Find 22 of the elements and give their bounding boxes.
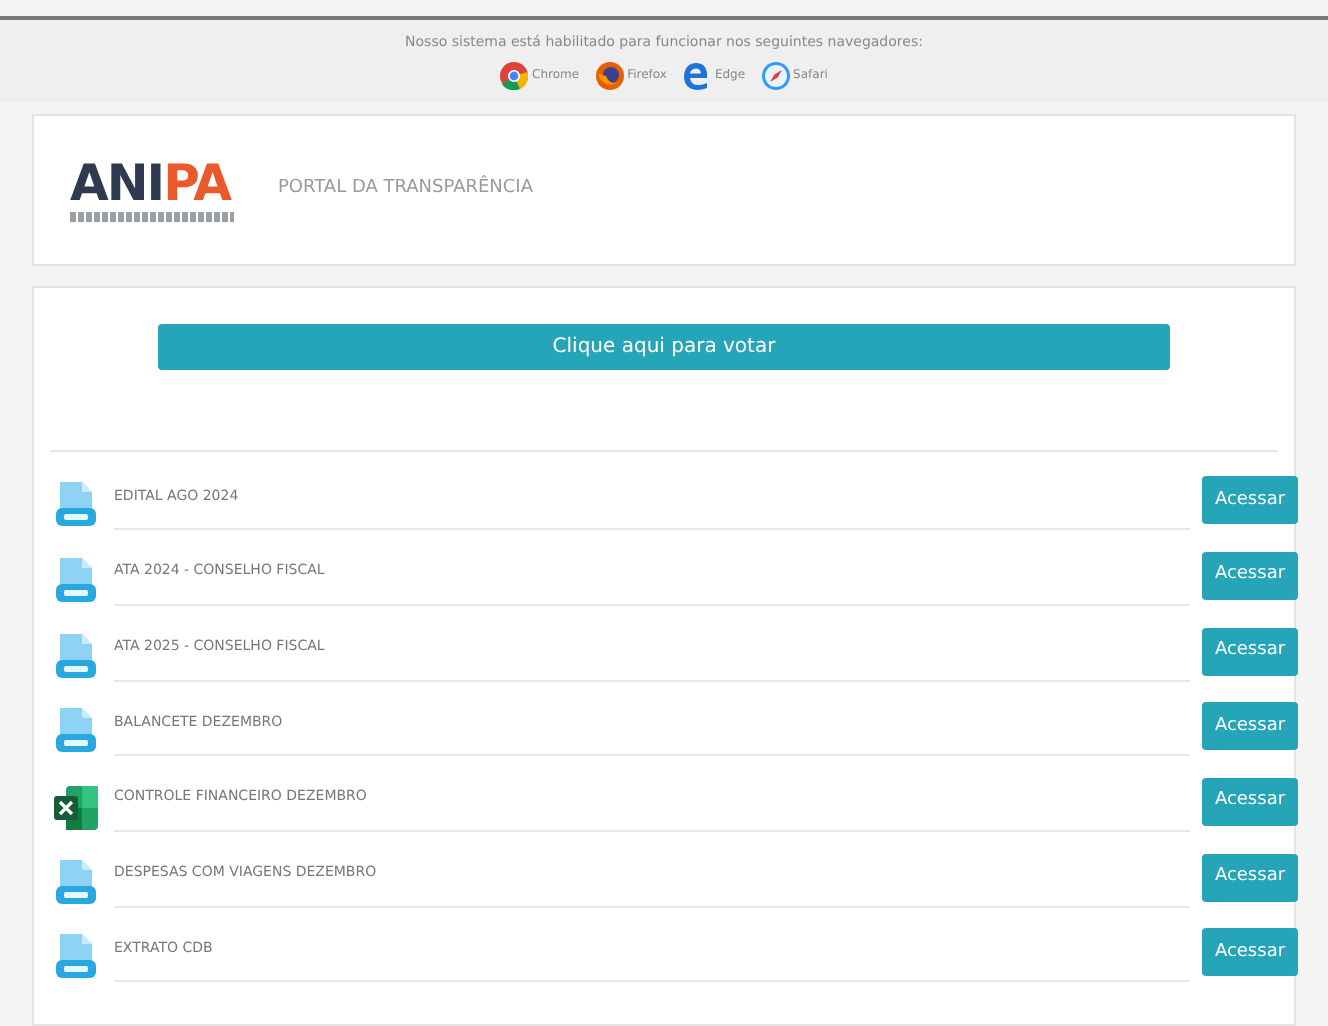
firefox-browser-icon <box>595 61 624 89</box>
access-button[interactable]: Acessar <box>1202 552 1298 601</box>
access-button[interactable]: Acessar <box>1202 928 1298 977</box>
chrome-browser-icon <box>500 61 529 89</box>
pdf-file-icon <box>56 859 96 908</box>
pdf-file-icon <box>56 708 96 757</box>
access-button[interactable]: Acessar <box>1202 702 1298 751</box>
access-button[interactable]: Acessar <box>1202 627 1298 676</box>
logo-text: ANI <box>70 153 164 211</box>
edge-browser-icon <box>682 61 711 89</box>
pdf-file-icon <box>56 633 96 682</box>
pdf-file-icon <box>56 558 96 607</box>
pdf-file-icon <box>56 482 96 531</box>
vote-button[interactable]: Clique aqui para votar <box>158 323 1170 369</box>
access-button[interactable]: Acessar <box>1202 853 1298 902</box>
logo-accent-text: PA <box>163 153 230 211</box>
safari-browser-icon <box>761 61 790 89</box>
portal-title: PORTAL DA TRANSPARÊNCIA <box>278 175 533 202</box>
access-button[interactable]: Acessar <box>1202 778 1298 827</box>
pdf-file-icon <box>56 934 96 983</box>
spreadsheet-file-icon <box>54 786 98 831</box>
access-button[interactable]: Acessar <box>1202 476 1298 525</box>
